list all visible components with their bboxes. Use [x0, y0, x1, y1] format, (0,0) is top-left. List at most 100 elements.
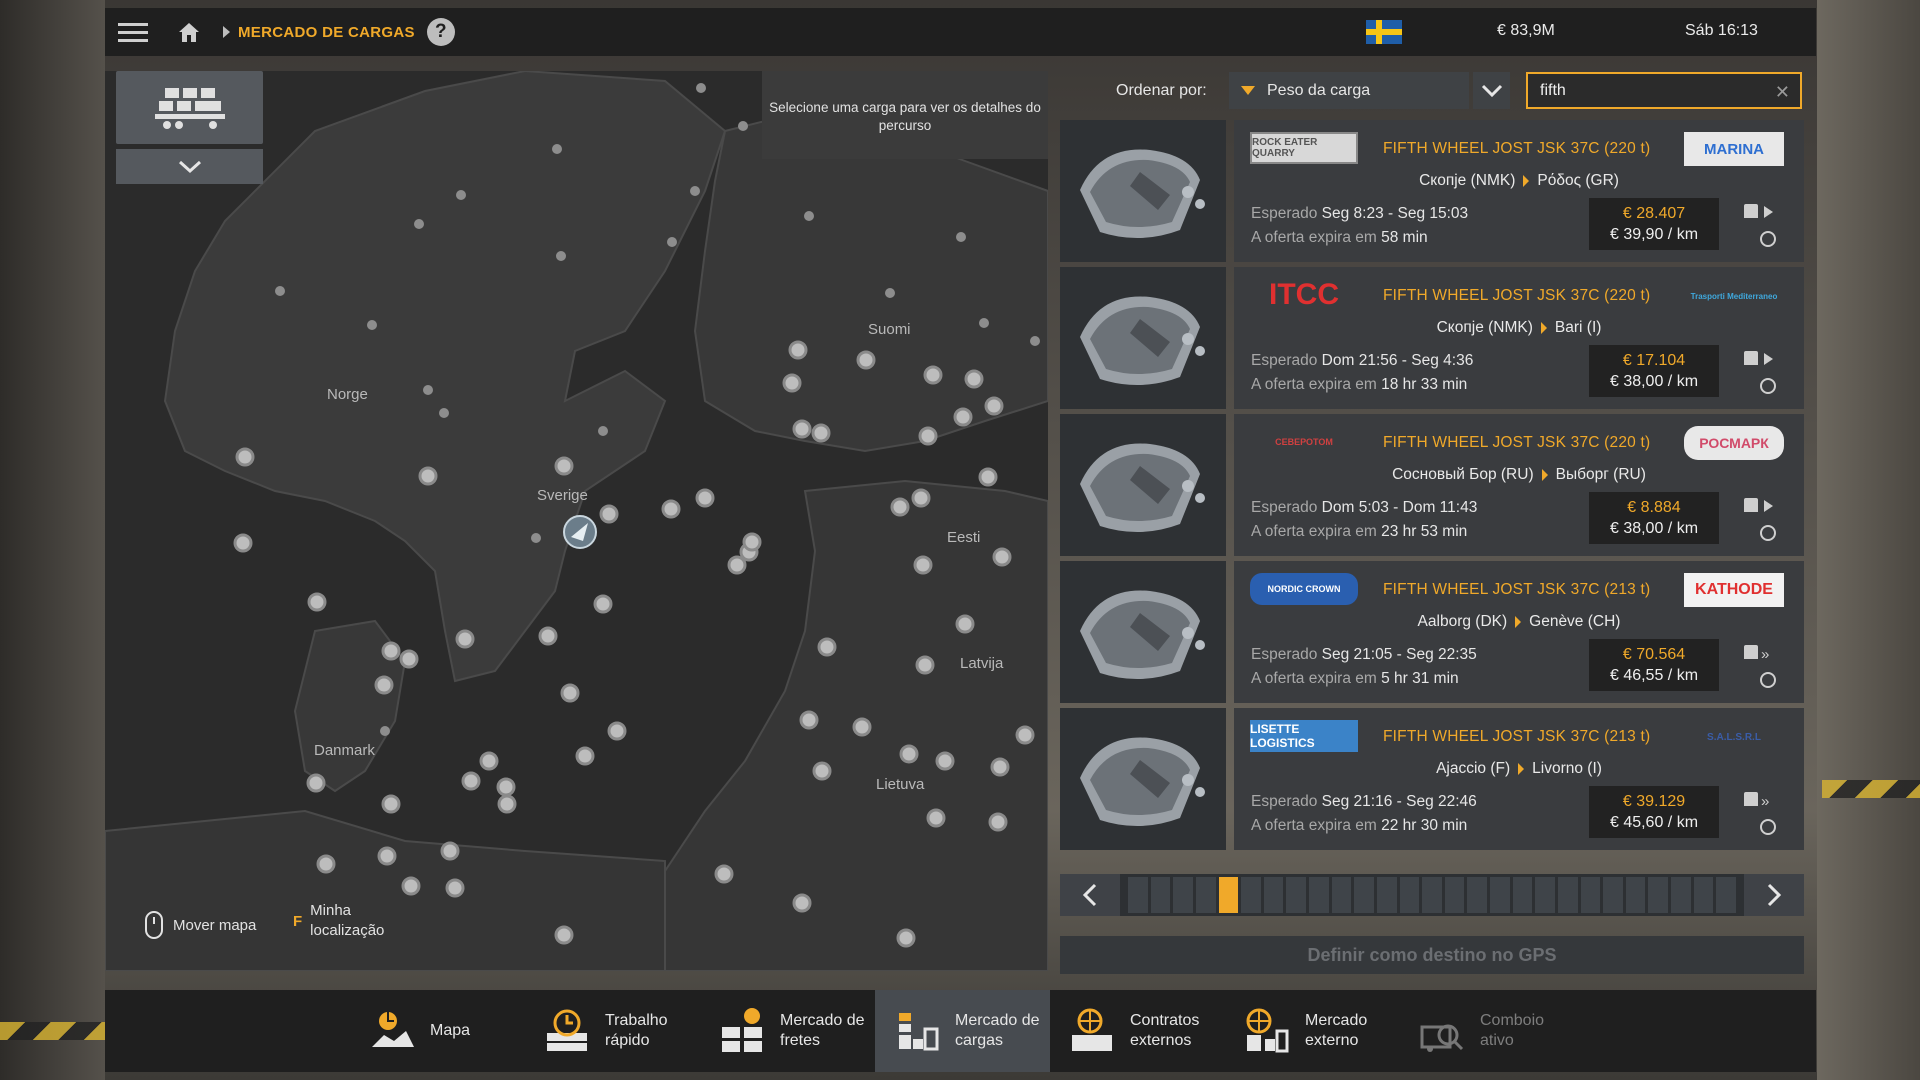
- cargo-row[interactable]: СЕВЕРОТОМ FIFTH WHEEL JOST JSK 37C (220 …: [1060, 414, 1804, 561]
- page-indicator[interactable]: [1309, 877, 1329, 913]
- cargo-row[interactable]: ROCK EATER QUARRY FIFTH WHEEL JOST JSK 3…: [1060, 120, 1804, 267]
- sort-direction-icon: [1241, 86, 1255, 95]
- page-indicator[interactable]: [1128, 877, 1148, 913]
- page-indicator[interactable]: [1648, 877, 1668, 913]
- tab-active-convoy[interactable]: Comboio ativo: [1400, 990, 1575, 1072]
- tab-cargo-market[interactable]: Mercado de cargas: [875, 990, 1050, 1072]
- country-label-eesti: Eesti: [947, 529, 981, 546]
- breadcrumb-title: MERCADO DE CARGAS: [238, 23, 415, 41]
- clear-search-icon[interactable]: ✕: [1775, 82, 1790, 103]
- page-indicator[interactable]: [1693, 877, 1714, 913]
- route: Ajaccio (F) Livorno (I): [1234, 760, 1804, 778]
- route-origin: Сосновый Бор (RU): [1392, 466, 1534, 483]
- page-indicator[interactable]: [1218, 877, 1239, 913]
- page-indicator[interactable]: [1671, 877, 1691, 913]
- source-company-logo: СЕВЕРОТОМ: [1275, 437, 1333, 447]
- tab-label: Trabalho rápido: [605, 1012, 668, 1049]
- cargo-details[interactable]: LISETTE LOGISTICS FIFTH WHEEL JOST JSK 3…: [1234, 708, 1804, 850]
- route-origin: Ajaccio (F): [1436, 760, 1511, 777]
- expected-time: Esperado Seg 8:23 - Seg 15:03: [1251, 205, 1468, 223]
- tab-freight-market[interactable]: Mercado de fretes: [700, 990, 875, 1072]
- chevron-left-icon: [1082, 883, 1097, 907]
- source-company-logo: ROCK EATER QUARRY: [1250, 132, 1358, 164]
- cargo-row[interactable]: LISETTE LOGISTICS FIFTH WHEEL JOST JSK 3…: [1060, 708, 1804, 855]
- background-left: [0, 0, 105, 1080]
- expires-label: A oferta expira em: [1251, 670, 1377, 687]
- page-indicator[interactable]: [1512, 877, 1533, 913]
- page-indicator[interactable]: [1399, 877, 1420, 913]
- cargo-details[interactable]: СЕВЕРОТОМ FIFTH WHEEL JOST JSK 37C (220 …: [1234, 414, 1804, 556]
- page-indicator[interactable]: [1376, 877, 1397, 913]
- cargo-weight-icon: [1744, 498, 1758, 512]
- tab-quick-job[interactable]: Trabalho rápido: [525, 990, 700, 1072]
- home-icon[interactable]: [161, 8, 217, 56]
- tab-external-market[interactable]: Mercado externo: [1225, 990, 1400, 1072]
- country-label-norge: Norge: [327, 386, 368, 403]
- search-value: fifth: [1540, 82, 1566, 99]
- expires-value: 23 hr 53 min: [1381, 523, 1468, 540]
- page-indicator[interactable]: [1422, 877, 1442, 913]
- page-indicator[interactable]: [1580, 877, 1601, 913]
- page-indicator[interactable]: [1286, 877, 1306, 913]
- route: Сосновый Бор (RU) Выборг (RU): [1234, 466, 1804, 484]
- page-indicator[interactable]: [1603, 877, 1623, 913]
- page-indicator[interactable]: [1490, 877, 1510, 913]
- page-indicator[interactable]: [1444, 877, 1465, 913]
- expected-time: Esperado Seg 21:16 - Seg 22:46: [1251, 793, 1477, 811]
- page-indicator[interactable]: [1263, 877, 1284, 913]
- search-input[interactable]: fifth ✕: [1526, 72, 1802, 109]
- cargo-details[interactable]: NORDIC CROWN FIFTH WHEEL JOST JSK 37C (2…: [1234, 561, 1804, 703]
- destination-company-logo: S.A.L.S.R.L: [1707, 731, 1761, 743]
- page-indicator[interactable]: [1331, 877, 1352, 913]
- page-indicator[interactable]: [1535, 877, 1555, 913]
- expires-value: 18 hr 33 min: [1381, 376, 1468, 393]
- mouse-icon: [145, 911, 163, 939]
- route-arrow-icon: [1541, 468, 1548, 481]
- offer-expiry: A oferta expira em 22 hr 30 min: [1251, 817, 1467, 835]
- price: € 70.564: [1622, 646, 1686, 663]
- route-destination: Genève (CH): [1529, 613, 1621, 630]
- cargo-details[interactable]: ROCK EATER QUARRY FIFTH WHEEL JOST JSK 3…: [1234, 120, 1804, 262]
- menu-icon[interactable]: [105, 8, 161, 56]
- source-company-logo: LISETTE LOGISTICS: [1250, 720, 1358, 752]
- my-location-button[interactable]: F Minha localização: [293, 901, 403, 941]
- sort-label: Ordenar por:: [1116, 82, 1207, 99]
- offer-expiry: A oferta expira em 18 hr 33 min: [1251, 376, 1467, 394]
- next-page-button[interactable]: [1744, 874, 1804, 916]
- expires-label: A oferta expira em: [1251, 523, 1377, 540]
- price: € 39.129: [1622, 793, 1686, 810]
- globe-cargo-icon: [1243, 1007, 1291, 1055]
- destination-company-logo: KATHODE: [1684, 573, 1784, 607]
- game-clock: Sáb 16:13: [1685, 22, 1758, 39]
- tab-label: Contratos externos: [1130, 1012, 1200, 1049]
- page-indicator[interactable]: [1241, 877, 1261, 913]
- help-button[interactable]: ?: [426, 18, 455, 46]
- cargo-type-filter-button[interactable]: [116, 71, 263, 144]
- tab-external-contracts[interactable]: Contratos externos: [1050, 990, 1225, 1072]
- previous-page-button[interactable]: [1060, 874, 1120, 916]
- sort-select[interactable]: Peso da carga: [1229, 72, 1469, 109]
- page-indicator[interactable]: [1467, 877, 1487, 913]
- cargo-name: FIFTH WHEEL JOST JSK 37C (213 t): [1383, 581, 1651, 598]
- price-per-km: € 39,90 / km: [1609, 226, 1699, 243]
- cargo-details[interactable]: ITCC FIFTH WHEEL JOST JSK 37C (220 t) Tr…: [1234, 267, 1804, 409]
- cargo-row[interactable]: ITCC FIFTH WHEEL JOST JSK 37C (220 t) Tr…: [1060, 267, 1804, 414]
- sort-dropdown-button[interactable]: [1473, 72, 1510, 109]
- page-indicator[interactable]: [1716, 877, 1736, 913]
- map-view[interactable]: Selecione uma carga para ver os detalhes…: [105, 71, 1048, 971]
- page-indicator[interactable]: [1354, 877, 1374, 913]
- page-indicator[interactable]: [1557, 877, 1578, 913]
- page-indicator[interactable]: [1173, 877, 1193, 913]
- page-indicator[interactable]: [1195, 877, 1216, 913]
- page-indicator[interactable]: [1150, 877, 1171, 913]
- pagination: [1060, 874, 1804, 916]
- expected-time: Esperado Dom 21:56 - Seg 4:36: [1251, 352, 1473, 370]
- tab-map[interactable]: Mapa: [350, 990, 525, 1072]
- map-icon: [368, 1007, 416, 1055]
- chevron-down-icon[interactable]: [116, 149, 263, 184]
- set-gps-destination-button[interactable]: Definir como destino no GPS: [1060, 936, 1804, 974]
- cargo-row[interactable]: NORDIC CROWN FIFTH WHEEL JOST JSK 37C (2…: [1060, 561, 1804, 708]
- page-indicator[interactable]: [1625, 877, 1646, 913]
- cargo-name: FIFTH WHEEL JOST JSK 37C (220 t): [1383, 287, 1651, 304]
- offer-expiry: A oferta expira em 23 hr 53 min: [1251, 523, 1467, 541]
